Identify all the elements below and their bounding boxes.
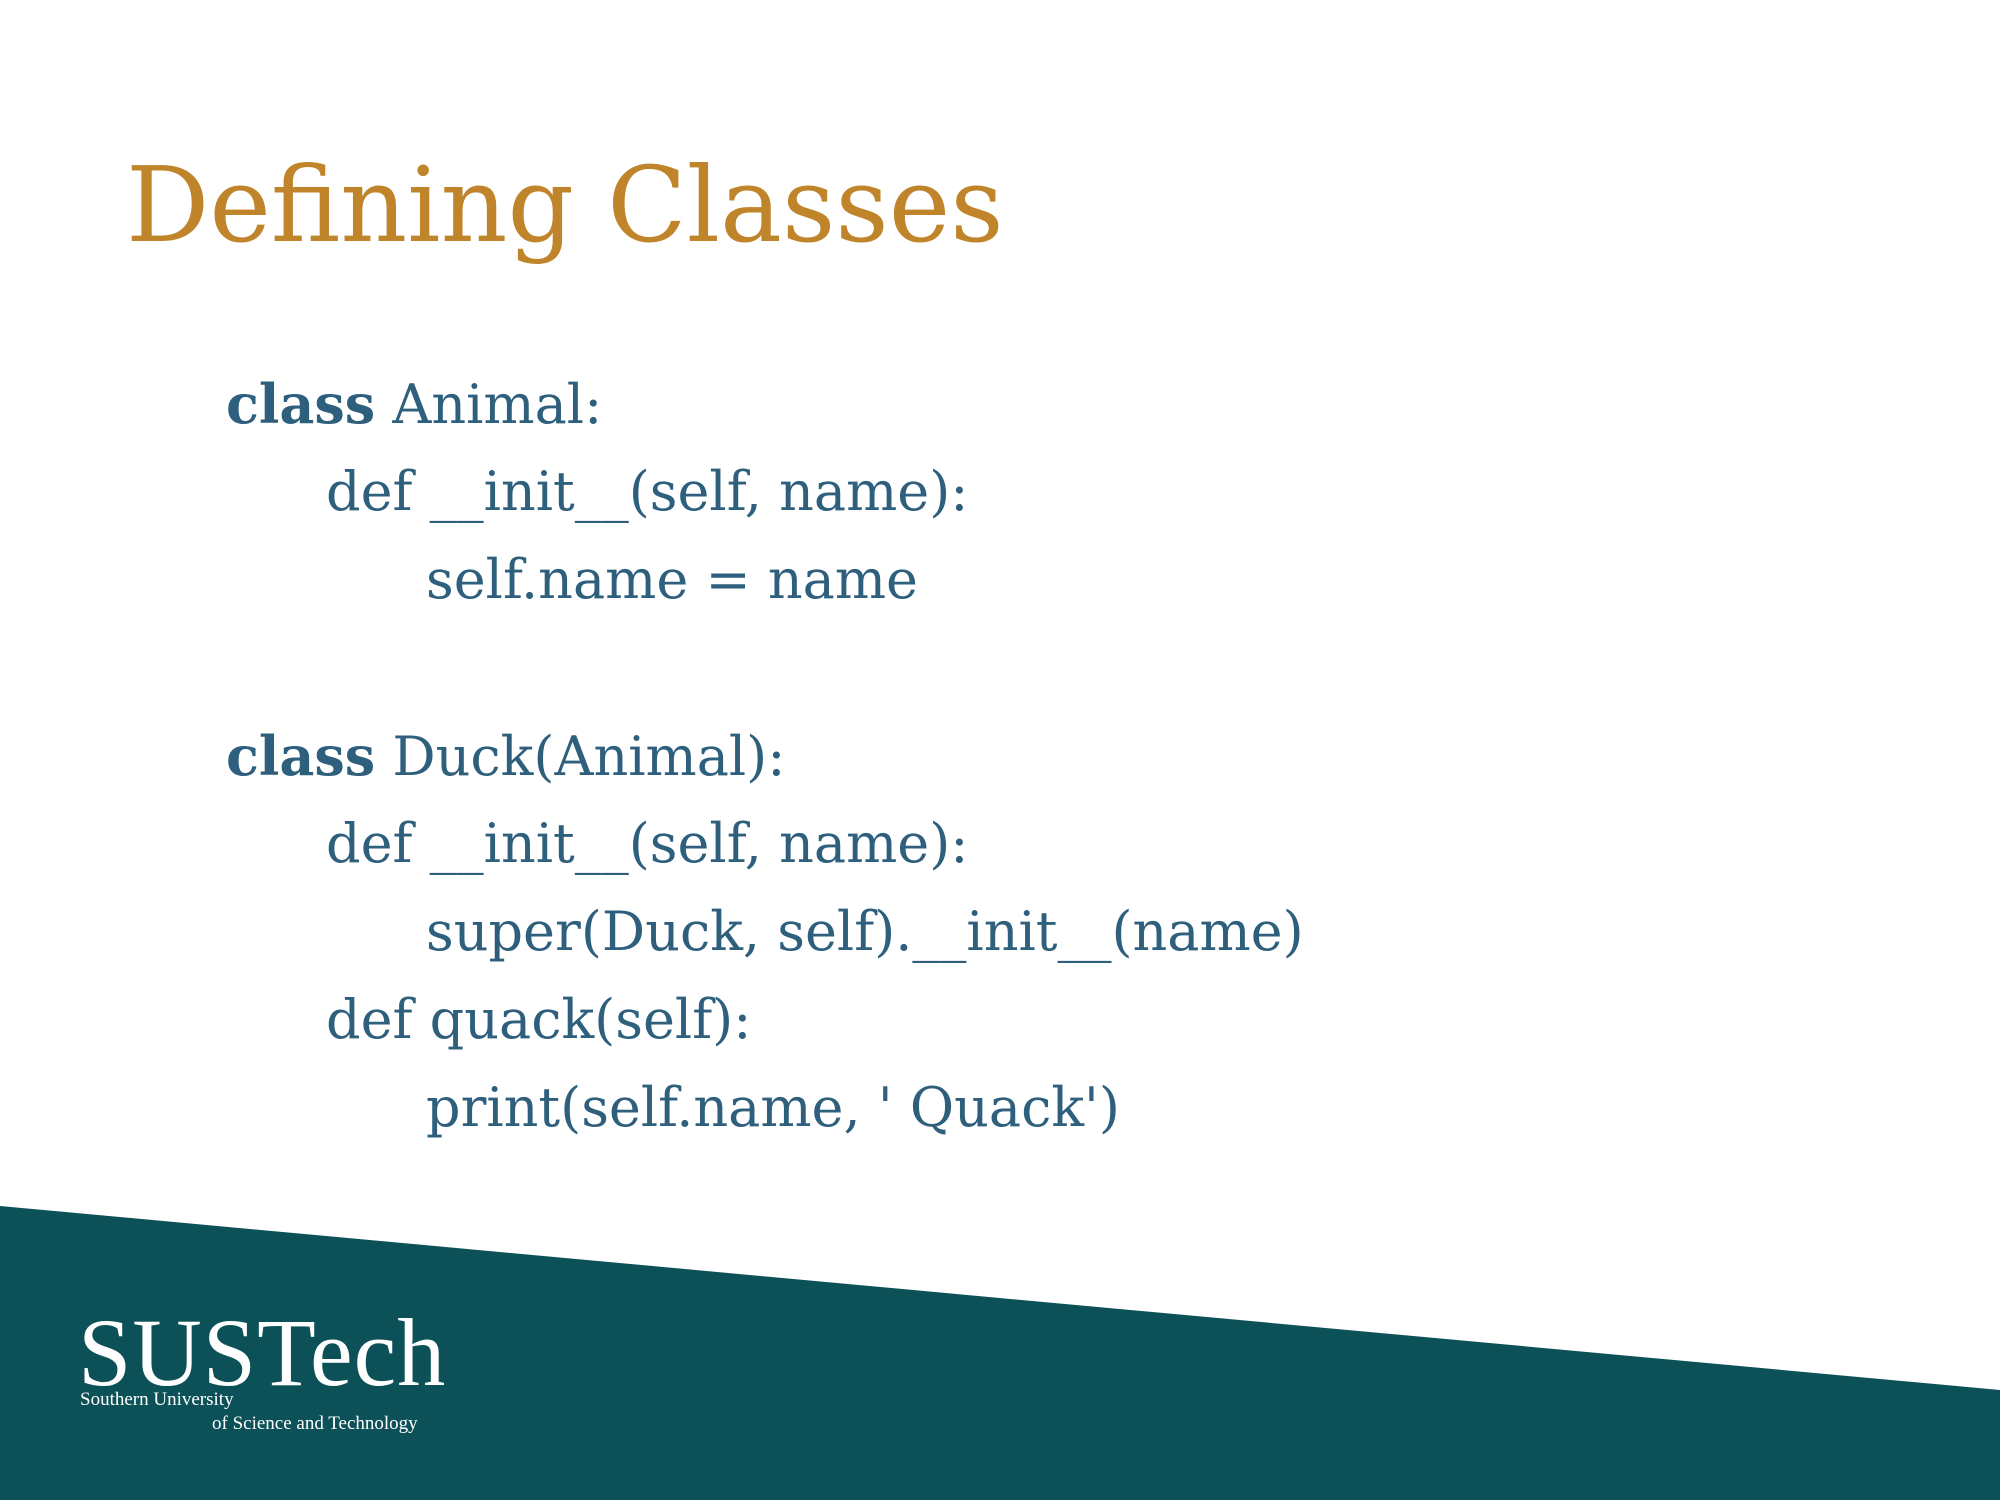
code-line: print(self.name, ' Quack') [426,1064,1120,1152]
code-keyword: class [226,724,376,788]
code-line: class Duck(Animal): [226,712,785,800]
code-text: def __init__(self, name): [326,812,969,875]
code-line: self.name = name [426,536,918,624]
logo-subtitle-line1: Southern University [80,1389,234,1410]
code-text: Animal: [375,373,603,436]
code-text: print(self.name, ' Quack') [426,1076,1120,1139]
logo-wordmark: SUSTech [78,1299,447,1406]
code-line: def quack(self): [326,976,751,1064]
code-line: def __init__(self, name): [326,448,969,536]
sustech-logo: SUSTech Southern University of Science a… [78,1305,498,1435]
slide: Defining Classes class Animal: def __ini… [0,0,2000,1500]
code-text: Duck(Animal): [375,725,786,788]
code-text: def __init__(self, name): [326,460,969,523]
code-text: super(Duck, self).__init__(name) [426,900,1304,963]
code-line: super(Duck, self).__init__(name) [426,888,1304,976]
logo-subtitle-line2: of Science and Technology [212,1413,418,1434]
code-text: def quack(self): [326,988,752,1051]
code-text: self.name = name [426,548,919,611]
code-keyword: class [226,372,376,436]
code-line: def __init__(self, name): [326,800,969,888]
code-line: class Animal: [226,360,602,448]
slide-title: Defining Classes [126,144,1004,266]
